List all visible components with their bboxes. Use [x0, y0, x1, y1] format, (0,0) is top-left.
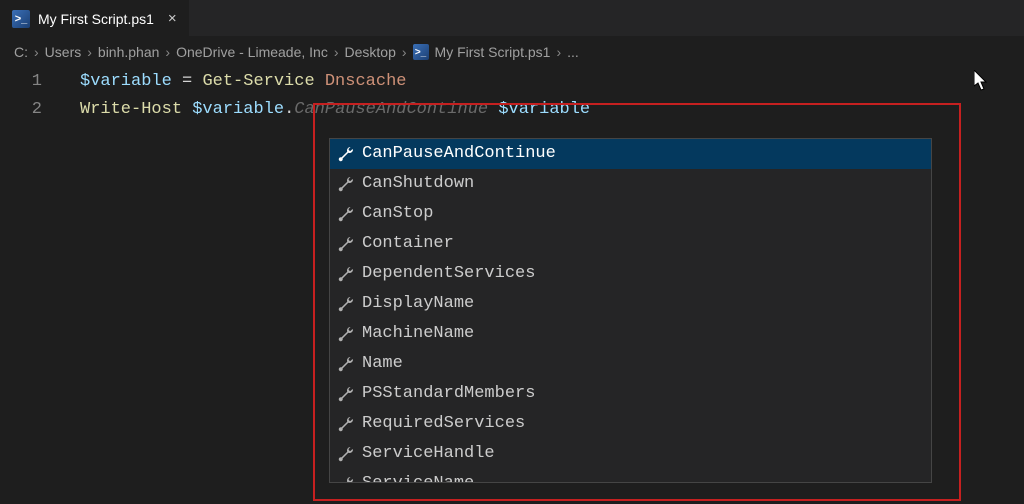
- intellisense-item[interactable]: Name: [330, 349, 931, 379]
- intellisense-popup[interactable]: CanPauseAndContinue CanShutdown CanStop Con…: [329, 138, 932, 483]
- mouse-cursor-icon: [974, 70, 990, 97]
- intellisense-label: CanStop: [362, 201, 433, 227]
- intellisense-item[interactable]: PSStandardMembers: [330, 379, 931, 409]
- intellisense-item[interactable]: Container: [330, 229, 931, 259]
- breadcrumb-item[interactable]: Desktop: [345, 44, 396, 60]
- breadcrumb: C: › Users › binh.phan › OneDrive - Lime…: [0, 36, 1024, 68]
- tab-bar: >_ My First Script.ps1 ×: [0, 0, 1024, 36]
- powershell-icon: >_: [413, 44, 429, 60]
- code-line[interactable]: Write-Host $variable.CanPauseAndContinue…: [0, 96, 1024, 124]
- token-variable: $variable: [192, 100, 284, 119]
- intellisense-item[interactable]: CanShutdown: [330, 169, 931, 199]
- powershell-icon: >_: [12, 10, 30, 28]
- intellisense-item[interactable]: DisplayName: [330, 289, 931, 319]
- breadcrumb-item[interactable]: C:: [14, 44, 28, 60]
- breadcrumb-item[interactable]: Users: [45, 44, 82, 60]
- chevron-right-icon: ›: [165, 44, 170, 60]
- intellisense-item[interactable]: CanStop: [330, 199, 931, 229]
- intellisense-label: DisplayName: [362, 291, 474, 317]
- token-dot: .: [284, 100, 294, 119]
- intellisense-item[interactable]: DependentServices: [330, 259, 931, 289]
- intellisense-label: CanShutdown: [362, 171, 474, 197]
- chevron-right-icon: ›: [334, 44, 339, 60]
- intellisense-label: DependentServices: [362, 261, 535, 287]
- intellisense-item[interactable]: ServiceHandle: [330, 439, 931, 469]
- close-icon[interactable]: ×: [168, 10, 177, 27]
- intellisense-item[interactable]: CanPauseAndContinue: [330, 139, 931, 169]
- token-variable: $variable: [498, 100, 590, 119]
- file-tab[interactable]: >_ My First Script.ps1 ×: [0, 0, 189, 36]
- tab-filename: My First Script.ps1: [38, 11, 154, 27]
- intellisense-label: ServiceName: [362, 471, 474, 483]
- chevron-right-icon: ›: [556, 44, 561, 60]
- intellisense-item[interactable]: MachineName: [330, 319, 931, 349]
- code-line[interactable]: $variable = Get-Service Dnscache: [0, 68, 1024, 96]
- breadcrumb-item[interactable]: binh.phan: [98, 44, 160, 60]
- token-variable: $variable: [80, 72, 172, 91]
- token-command: Write-Host: [80, 100, 182, 119]
- intellisense-label: CanPauseAndContinue: [362, 141, 556, 167]
- intellisense-item[interactable]: RequiredServices: [330, 409, 931, 439]
- token-argument: Dnscache: [325, 72, 407, 91]
- breadcrumb-overflow[interactable]: ...: [567, 44, 579, 60]
- breadcrumb-file[interactable]: My First Script.ps1: [435, 44, 551, 60]
- token-operator: =: [172, 72, 203, 91]
- chevron-right-icon: ›: [402, 44, 407, 60]
- intellisense-label: MachineName: [362, 321, 474, 347]
- chevron-right-icon: ›: [87, 44, 92, 60]
- intellisense-label: RequiredServices: [362, 411, 525, 437]
- chevron-right-icon: ›: [34, 44, 39, 60]
- intellisense-label: PSStandardMembers: [362, 381, 535, 407]
- intellisense-label: ServiceHandle: [362, 441, 495, 467]
- intellisense-item[interactable]: ServiceName: [330, 469, 931, 483]
- token-ghost-hint: CanPauseAndContinue: [294, 100, 488, 119]
- intellisense-label: Container: [362, 231, 454, 257]
- code-editor[interactable]: 1 2 $variable = Get-Service Dnscache Wri…: [0, 68, 1024, 124]
- token-command: Get-Service: [202, 72, 314, 91]
- intellisense-label: Name: [362, 351, 403, 377]
- breadcrumb-item[interactable]: OneDrive - Limeade, Inc: [176, 44, 328, 60]
